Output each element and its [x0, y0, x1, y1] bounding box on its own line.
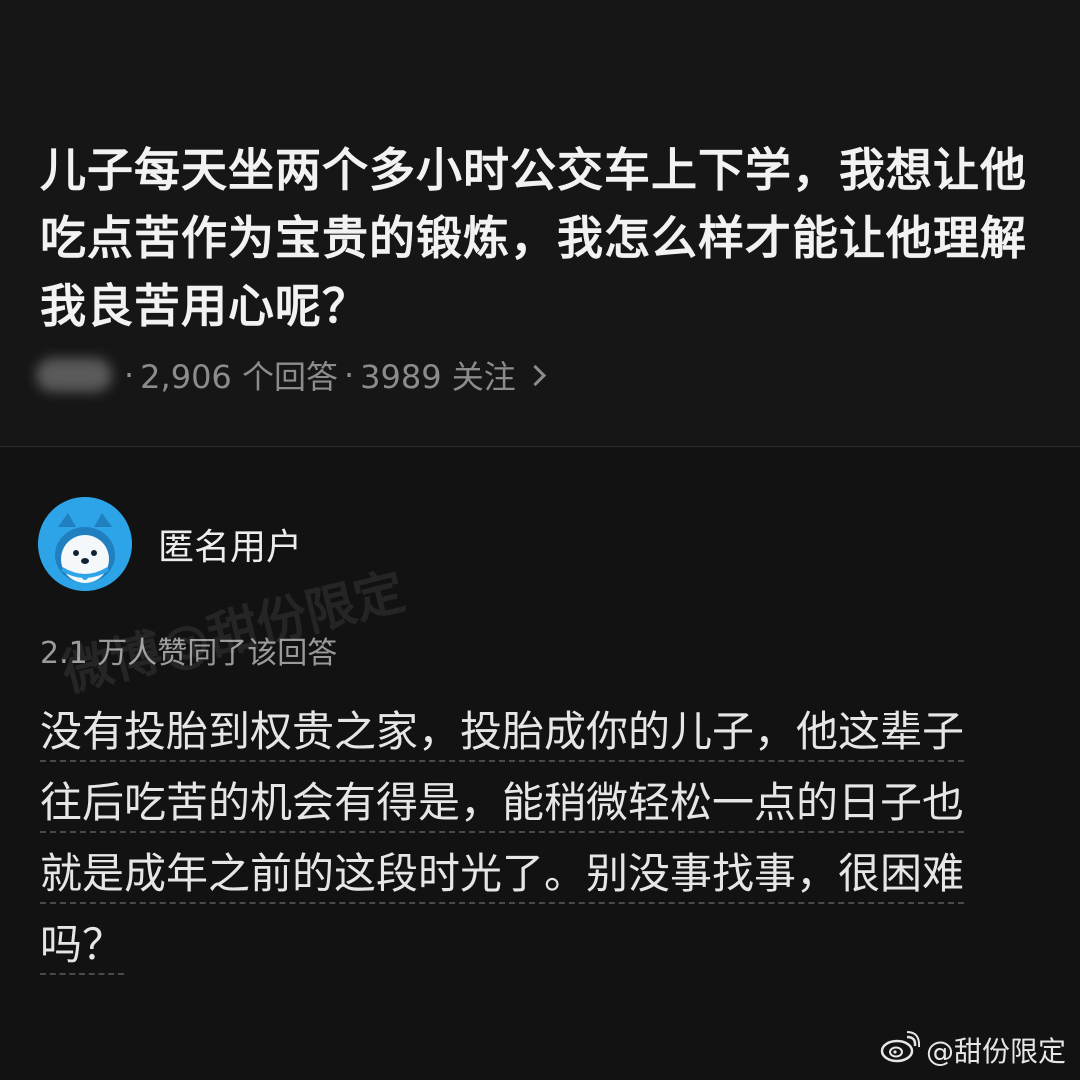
meta-separator: ·: [343, 356, 355, 394]
answer-author[interactable]: 匿名用户: [38, 497, 302, 591]
answer-line: 就是成年之前的这段时光了。别没事找事，很困难: [40, 846, 965, 904]
question-card: 儿子每天坐两个多小时公交车上下学，我想让他吃点苦作为宝贵的锻炼，我怎么样才能让他…: [0, 0, 1080, 447]
weibo-watermark: @甜份限定: [880, 1030, 1066, 1070]
followers-count: 3989 关注: [360, 358, 516, 396]
answers-count: 2,906 个回答: [140, 358, 338, 396]
answer-line: 吗？: [40, 917, 125, 975]
author-name[interactable]: 匿名用户: [158, 518, 302, 570]
anonymous-avatar-icon[interactable]: [38, 497, 132, 591]
chevron-right-icon[interactable]: [524, 364, 546, 386]
answer-line: 往后吃苦的机会有得是，能稍微轻松一点的日子也: [40, 775, 965, 833]
answer-body[interactable]: 没有投胎到权贵之家，投胎成你的儿子，他这辈子 往后吃苦的机会有得是，能稍微轻松一…: [40, 704, 1020, 988]
meta-separator: ·: [124, 356, 135, 394]
blurred-asker: [36, 358, 112, 392]
weibo-logo-icon: [880, 1030, 921, 1070]
question-title[interactable]: 儿子每天坐两个多小时公交车上下学，我想让他吃点苦作为宝贵的锻炼，我怎么样才能让他…: [40, 136, 1040, 340]
answer-line: 没有投胎到权贵之家，投胎成你的儿子，他这辈子: [40, 704, 965, 762]
question-meta[interactable]: · 2,906 个回答 · 3989 关注: [36, 350, 546, 400]
weibo-handle: @甜份限定: [925, 1035, 1066, 1068]
